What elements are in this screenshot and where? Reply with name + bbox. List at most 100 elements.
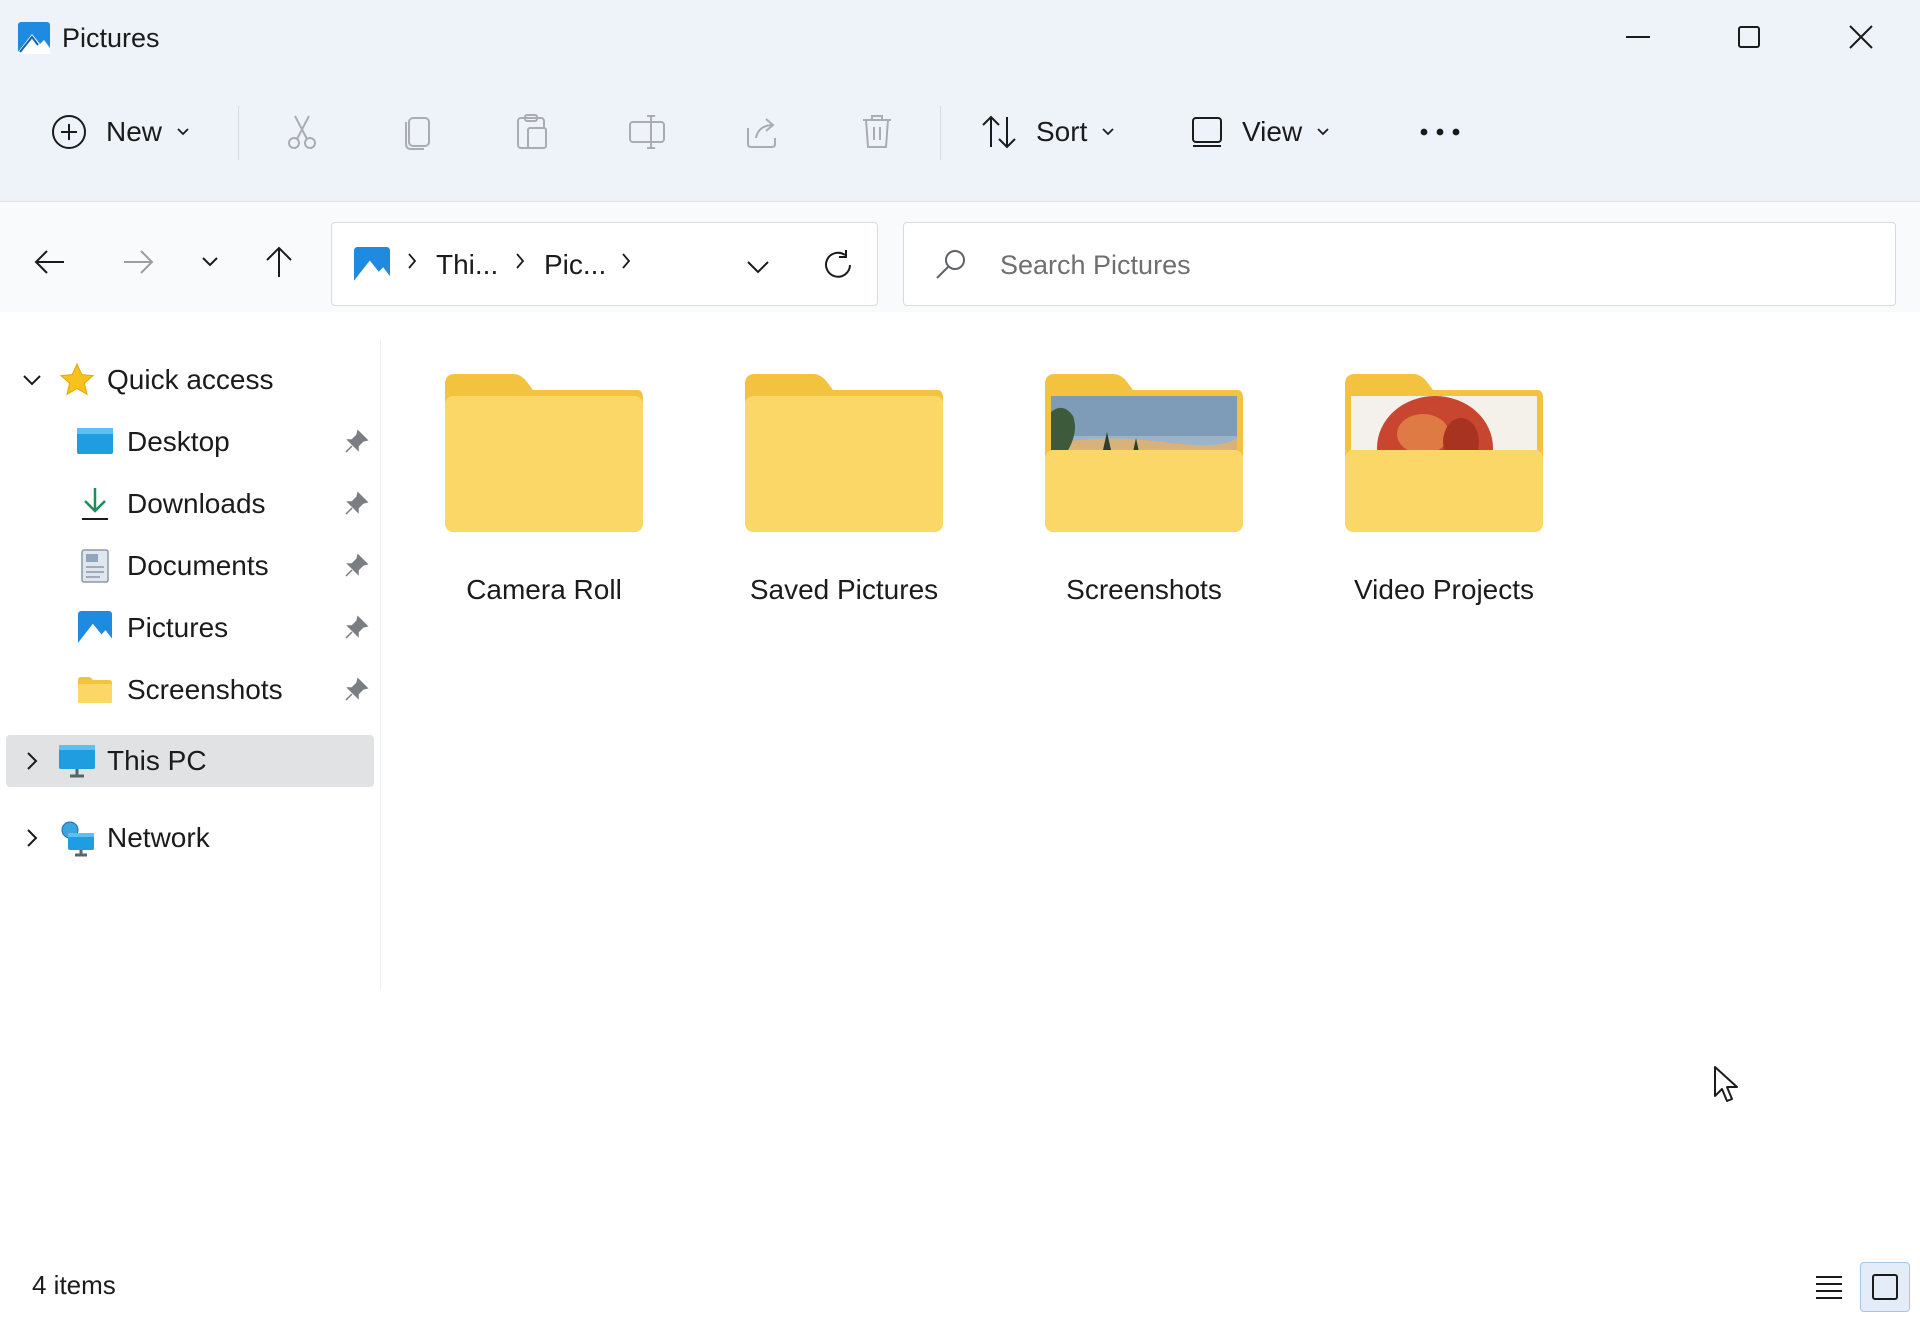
- minimize-button[interactable]: [1596, 12, 1680, 62]
- delete-button[interactable]: [857, 104, 897, 160]
- chevron-down-icon: [747, 261, 769, 274]
- pictures-app-icon: [18, 22, 50, 54]
- network-icon: [58, 819, 96, 857]
- address-bar[interactable]: Thi... Pic...: [331, 222, 878, 306]
- expand-network[interactable]: [20, 826, 44, 850]
- close-button[interactable]: [1819, 12, 1903, 62]
- recent-locations-button[interactable]: [186, 238, 234, 286]
- file-list: Camera Roll Saved Pictures Screenshots V…: [381, 312, 1920, 1252]
- maximize-button[interactable]: [1707, 12, 1791, 62]
- close-icon: [1849, 25, 1873, 49]
- sidebar-item-quick-access[interactable]: Quick access: [6, 354, 374, 406]
- refresh-icon: [825, 250, 851, 278]
- sidebar-item-label: Documents: [127, 550, 269, 581]
- sidebar-item-desktop[interactable]: Desktop: [6, 416, 374, 468]
- folder-icon: [745, 374, 943, 532]
- refresh-button[interactable]: [818, 245, 858, 285]
- pin-icon: [345, 491, 369, 515]
- minimize-icon: [1626, 36, 1650, 38]
- arrow-up-icon: [266, 246, 292, 277]
- documents-icon: [76, 547, 114, 585]
- folder-landscape-thumbnail-icon: [1045, 374, 1243, 532]
- maximize-icon: [1738, 26, 1760, 48]
- new-label: New: [106, 116, 163, 147]
- paste-button[interactable]: [512, 104, 552, 160]
- sidebar-item-label: Desktop: [127, 426, 230, 457]
- navigation-pane: Quick access Desktop Downloads Documents…: [0, 312, 380, 992]
- computer-icon: [58, 742, 96, 780]
- view-icon: [1192, 117, 1222, 147]
- delete-icon: [863, 115, 891, 148]
- folder-item[interactable]: Saved Pictures: [719, 372, 969, 642]
- folder-item[interactable]: Camera Roll: [419, 372, 669, 642]
- command-bar: New Sort View: [0, 74, 1920, 202]
- chevron-right-icon: [408, 253, 417, 269]
- cut-icon: [288, 115, 316, 149]
- sidebar-item-label: Screenshots: [127, 674, 283, 705]
- pin-icon: [345, 429, 369, 453]
- sidebar-item-label: Downloads: [127, 488, 266, 519]
- large-icons-view-button[interactable]: [1860, 1262, 1910, 1312]
- folder-icon: [76, 671, 114, 709]
- chevron-right-icon: [27, 752, 38, 770]
- folder-name: Video Projects: [1353, 574, 1535, 605]
- more-icon: [1420, 128, 1460, 136]
- more-options-button[interactable]: [1418, 104, 1462, 160]
- details-view-button[interactable]: [1804, 1262, 1854, 1312]
- chevron-down-icon: [202, 257, 218, 267]
- chevron-down-icon: [23, 375, 41, 386]
- arrow-right-icon: [124, 250, 154, 274]
- address-dropdown-button[interactable]: [738, 247, 778, 287]
- sidebar-item-this-pc[interactable]: This PC: [6, 735, 374, 787]
- view-button[interactable]: View: [1190, 104, 1330, 160]
- breadcrumb-pictures[interactable]: Pic...: [544, 247, 606, 283]
- folder-item[interactable]: Video Projects: [1319, 372, 1569, 642]
- search-icon: [936, 250, 965, 279]
- details-view-icon: [1816, 1276, 1842, 1299]
- back-button[interactable]: [26, 238, 74, 286]
- paste-icon: [517, 114, 547, 149]
- item-count: 4 items: [32, 1270, 116, 1300]
- chevron-down-icon: [1102, 128, 1114, 136]
- collapse-quick-access[interactable]: [20, 368, 44, 392]
- expand-this-pc[interactable]: [20, 749, 44, 773]
- star-icon: [58, 361, 96, 399]
- view-label: View: [1242, 116, 1303, 147]
- new-button[interactable]: New: [50, 104, 190, 160]
- folder-apple-thumbnail-icon: [1345, 374, 1543, 532]
- sort-icon: [982, 115, 1016, 149]
- sidebar-item-documents[interactable]: Documents: [6, 540, 374, 592]
- pin-icon: [345, 553, 369, 577]
- arrow-left-icon: [34, 250, 64, 274]
- tiles-view-icon: [1872, 1274, 1898, 1300]
- folder-icon: [445, 374, 643, 532]
- folder-item[interactable]: Screenshots: [1019, 372, 1269, 642]
- pictures-icon: [76, 609, 114, 647]
- status-bar: 4 items: [0, 1252, 1920, 1322]
- copy-icon: [405, 117, 430, 150]
- folder-name: Screenshots: [1066, 574, 1222, 605]
- download-icon: [76, 485, 114, 523]
- sidebar-item-downloads[interactable]: Downloads: [6, 478, 374, 530]
- cut-button[interactable]: [282, 104, 322, 160]
- window-title: Pictures: [62, 23, 160, 53]
- sidebar-item-screenshots[interactable]: Screenshots: [6, 664, 374, 716]
- forward-button[interactable]: [114, 238, 162, 286]
- copy-button[interactable]: [398, 104, 438, 160]
- sidebar-item-network[interactable]: Network: [6, 812, 374, 864]
- pictures-icon: [354, 247, 390, 283]
- sidebar-item-pictures[interactable]: Pictures: [6, 602, 374, 654]
- chevron-right-icon: [516, 253, 525, 269]
- breadcrumb-this-pc[interactable]: Thi...: [436, 247, 498, 283]
- rename-button[interactable]: [627, 104, 667, 160]
- up-button[interactable]: [255, 238, 303, 286]
- title-bar: Pictures: [0, 0, 1920, 74]
- sidebar-item-label: This PC: [107, 745, 207, 776]
- search-input[interactable]: [1000, 241, 1860, 289]
- sort-button[interactable]: Sort: [980, 104, 1115, 160]
- search-box[interactable]: [903, 222, 1896, 306]
- toolbar-separator: [940, 106, 941, 160]
- sort-label: Sort: [1036, 116, 1088, 147]
- share-button[interactable]: [742, 104, 782, 160]
- add-circle-icon: [52, 115, 86, 149]
